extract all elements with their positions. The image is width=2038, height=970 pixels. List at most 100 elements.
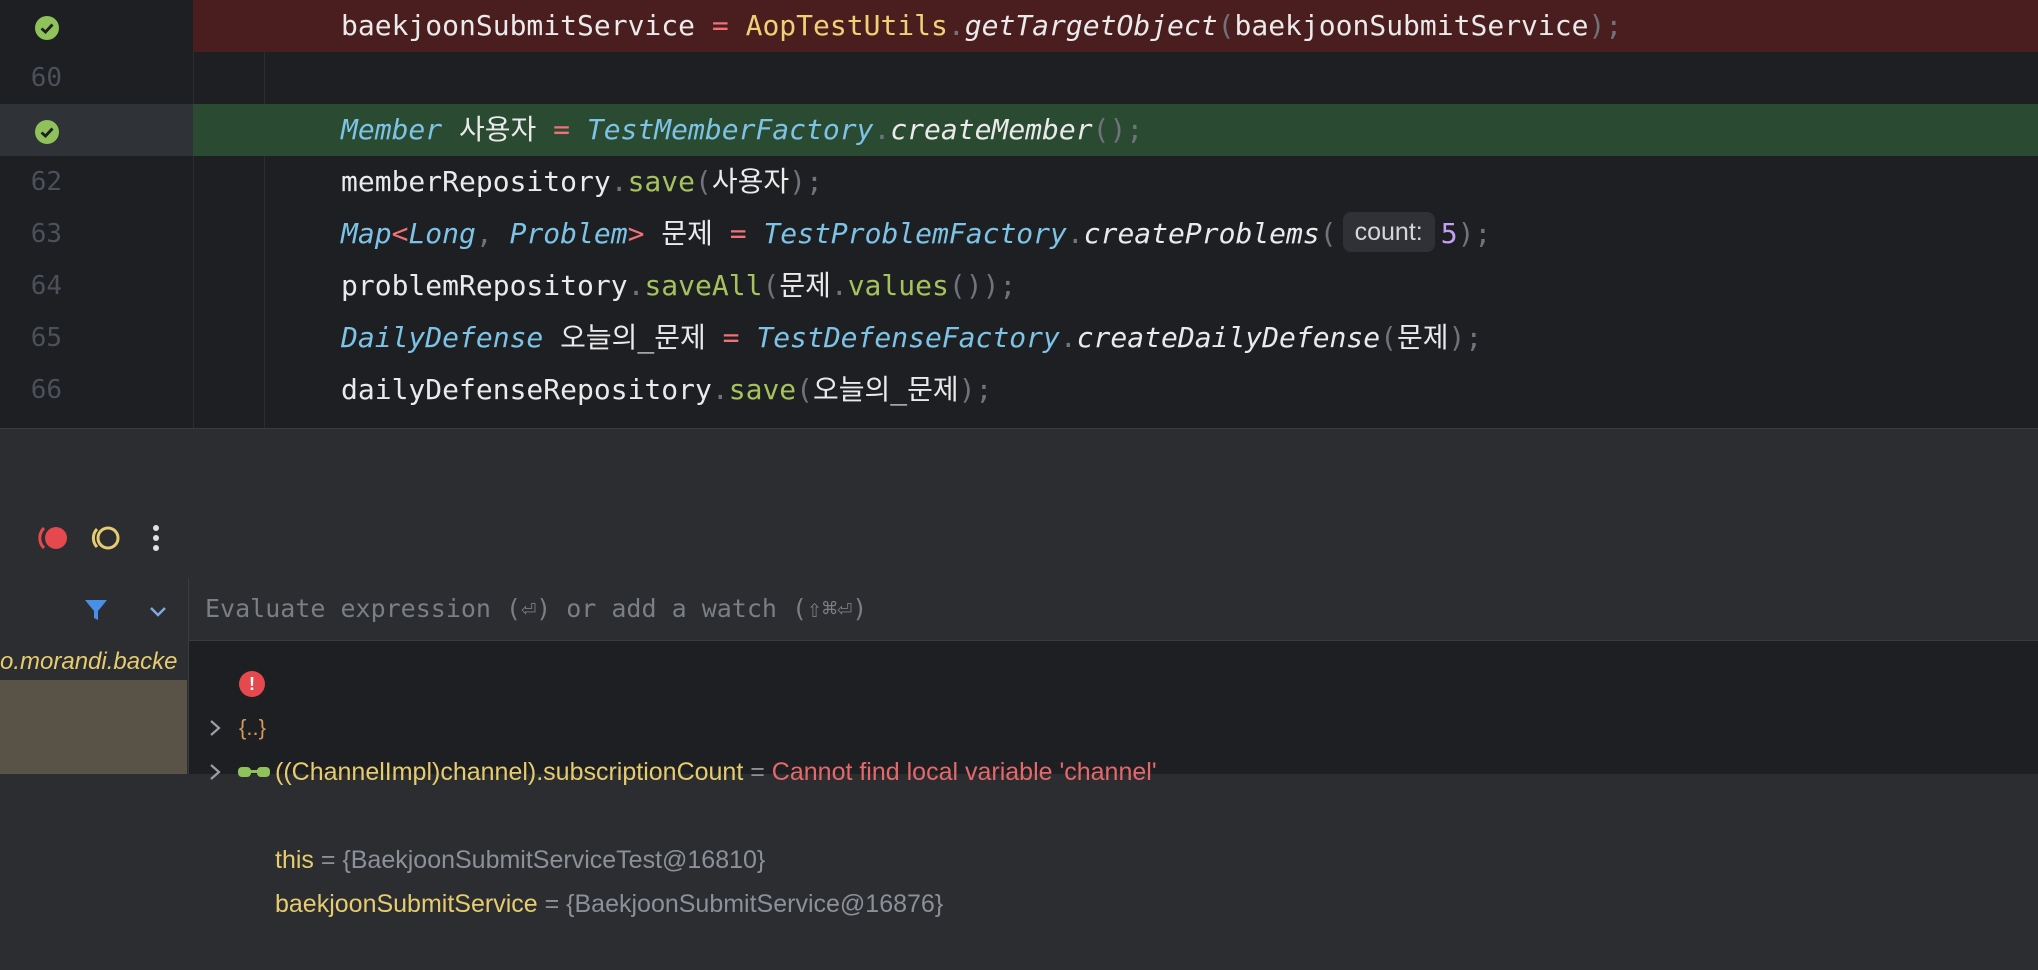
code-token: dailyDefenseRepository [341,373,712,406]
breakpoint-check-icon[interactable] [35,120,59,144]
code-token: ( [695,165,712,198]
code-token: memberRepository [341,165,611,198]
code-token: createProblems [1083,217,1320,250]
code-line[interactable]: 60 [0,52,2038,104]
more-options-button[interactable] [138,520,174,556]
equals-sign: = [537,890,567,918]
code-token: (); [1092,113,1144,146]
code-line[interactable]: 62 memberRepository.save(사용자); [0,156,2038,208]
code-token: . [610,165,628,198]
refresh-icon [91,526,120,550]
variable-value: {BaekjoonSubmitServiceTest@16810} [342,846,766,874]
code-token: . [947,9,965,42]
code-token: 오늘의_문제 [813,373,959,406]
variables-panel: Evaluate expression (⏎) or add a watch (… [188,578,2038,918]
code-editor[interactable]: baekjoonSubmitService = AopTestUtils.get… [0,0,2038,428]
frames-list-area[interactable] [0,680,187,774]
evaluate-expression-field[interactable]: Evaluate expression (⏎) or add a watch (… [189,578,2038,641]
code-line[interactable]: 63 Map<Long, Problem> 문제 = TestProblemFac… [0,208,2038,260]
code-token: > [627,217,645,250]
restore-layout-button[interactable] [88,520,124,556]
code-line[interactable]: 64 problemRepository.saveAll(문제.values())… [0,260,2038,312]
code-token: ); [1448,321,1483,354]
code-token: 사용자 [442,113,537,146]
code-token: . [711,373,729,406]
code-token: 사용자 [711,165,790,198]
code-token: ( [762,269,780,302]
code-token: ( [796,373,814,406]
line-number: 64 [30,271,62,301]
parameter-hint: count: [1342,212,1435,252]
code-token: ( [1319,217,1337,250]
code-token: ); [1457,217,1492,250]
expand-arrow-icon[interactable] [205,718,225,738]
line-number: 60 [30,63,62,93]
variable-name: this [275,846,314,874]
code-line[interactable]: baekjoonSubmitService = AopTestUtils.get… [0,0,2038,52]
code-token: . [1066,217,1084,250]
code-text: Map<Long, Problem> 문제 = TestProblemFacto… [341,208,1491,260]
breakpoint-mute-icon [38,526,67,550]
code-token: = [695,9,746,42]
more-vertical-icon [153,525,159,551]
mute-breakpoints-button[interactable] [36,520,72,556]
filter-icon[interactable] [82,596,110,624]
code-token: problemRepository [341,269,628,302]
code-token: ); [958,373,993,406]
code-token: Member [341,113,443,146]
code-token: ); [789,165,823,198]
chevron-down-icon[interactable] [146,602,170,622]
variable-name: baekjoonSubmitService [275,890,538,918]
code-token: save [627,165,696,198]
code-token: , [475,217,510,250]
code-token: TestProblemFactory [763,217,1067,250]
code-token: Long [408,217,476,250]
code-token: < [391,217,409,250]
code-token: Problem [509,217,628,250]
line-number: 66 [30,375,62,405]
code-line[interactable]: 66 dailyDefenseRepository.save(오늘의_문제); [0,364,2038,416]
variable-row-service[interactable]: baekjoonSubmitService = {BaekjoonSubmitS… [189,750,2038,918]
code-token: 5 [1440,217,1458,250]
code-token: ()); [948,269,1017,302]
code-token: = [712,217,764,250]
code-token: Map [341,217,392,250]
code-token: = [536,113,587,146]
error-icon: ! [239,671,265,697]
code-token: createMember [890,113,1093,146]
variable-row-error[interactable]: ! ((ChannelImpl)channel).subscriptionCou… [189,662,2038,786]
code-token: . [1059,321,1077,354]
code-token: getTargetObject [964,9,1218,42]
code-token: 문제 [779,269,831,302]
code-text: baekjoonSubmitService = AopTestUtils.get… [341,0,1622,52]
evaluate-placeholder: Evaluate expression (⏎) or add a watch (… [205,594,868,623]
variable-value: {BaekjoonSubmitService@16876} [566,890,944,918]
line-number: 65 [30,323,62,353]
code-text: Member 사용자 = TestMemberFactory.createMem… [341,104,1143,156]
code-token: save [728,373,797,406]
breakpoint-check-icon[interactable] [35,16,59,40]
code-token: 오늘의_문제 [543,321,706,354]
code-line[interactable]: 65 DailyDefense 오늘의_문제 = TestDefenseFacto… [0,312,2038,364]
variable-row-this[interactable]: {..} this = {BaekjoonSubmitServiceTest@1… [189,706,2038,874]
equals-sign: = [313,846,343,874]
code-text: dailyDefenseRepository.save(오늘의_문제); [341,364,992,416]
line-number: 63 [30,219,62,249]
object-icon: {..} [239,715,266,740]
code-token: TestDefenseFactory [756,321,1060,354]
code-text: memberRepository.save(사용자); [341,156,823,208]
code-text: DailyDefense 오늘의_문제 = TestDefenseFactory… [341,312,1482,364]
code-token: 문제 [644,217,713,250]
expand-arrow-icon[interactable] [205,762,225,782]
code-line[interactable]: Member 사용자 = TestMemberFactory.createMem… [0,104,2038,156]
code-token: TestMemberFactory [586,113,874,146]
code-token: createDailyDefense [1076,321,1381,354]
code-token: . [830,269,848,302]
code-token: AopTestUtils [745,9,948,42]
code-token: ( [1217,9,1235,42]
watch-glasses-icon [238,767,270,777]
code-token: . [627,269,645,302]
code-token: = [705,321,757,354]
code-token: baekjoonSubmitService [1234,9,1589,42]
frame-item[interactable]: o.morandi.backe [0,638,187,686]
